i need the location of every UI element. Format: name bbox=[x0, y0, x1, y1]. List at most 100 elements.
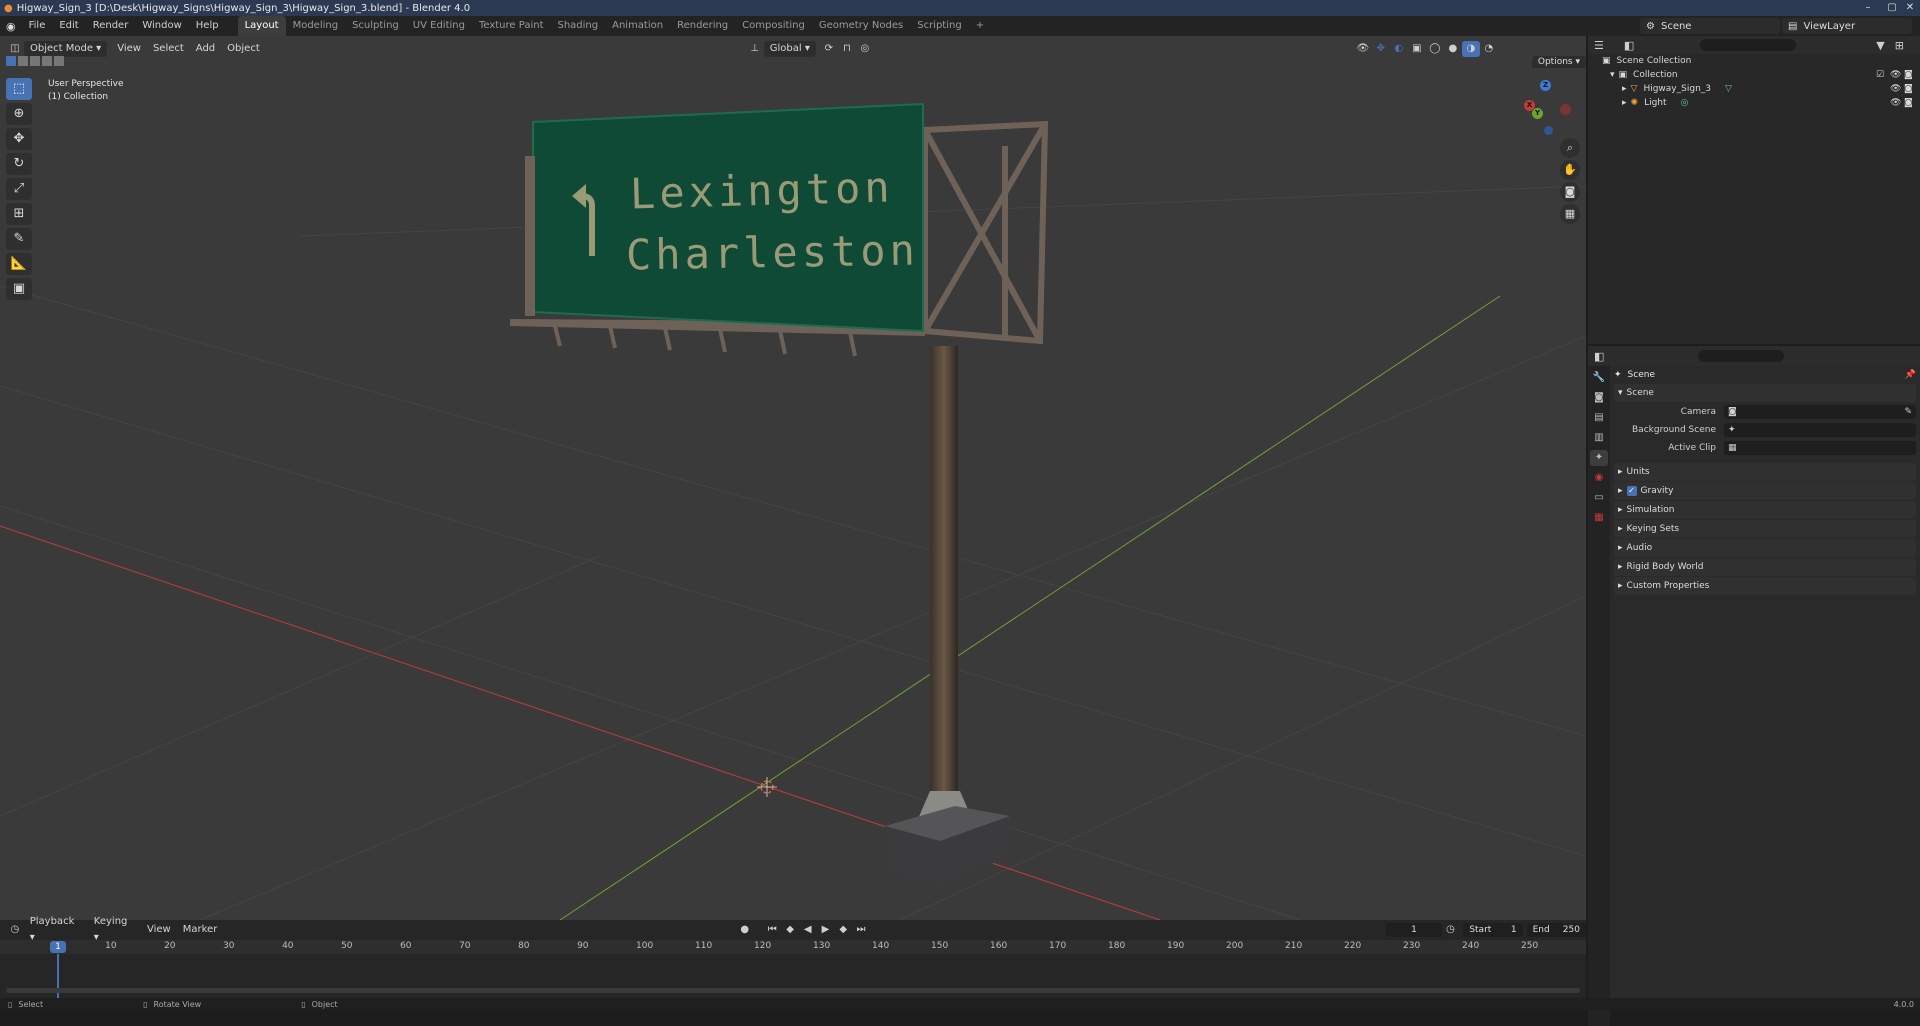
material-shading-icon[interactable]: ◑ bbox=[1461, 41, 1480, 57]
visibility-eye-icon[interactable]: 👁 bbox=[1890, 70, 1901, 80]
select-subtract-icon[interactable] bbox=[30, 56, 40, 66]
select-box-tool-icon[interactable]: ⬚ bbox=[6, 78, 32, 100]
annotate-tool-icon[interactable]: ✎ bbox=[6, 228, 32, 250]
wireframe-shading-icon[interactable]: ◯ bbox=[1426, 41, 1444, 57]
prev-keyframe-icon[interactable]: ◆ bbox=[781, 922, 799, 938]
xray-icon[interactable]: ▣ bbox=[1408, 41, 1426, 57]
transform-tool-icon[interactable]: ⊞ bbox=[6, 203, 32, 225]
outliner-editor-icon[interactable]: ☰ bbox=[1594, 39, 1604, 52]
camera-view-icon[interactable]: ◙ bbox=[1560, 182, 1580, 202]
editor-type-icon[interactable]: ◫ bbox=[6, 41, 24, 57]
add-workspace-button[interactable]: + bbox=[969, 16, 991, 36]
record-icon[interactable]: ● bbox=[736, 922, 754, 938]
panel-custom-properties[interactable]: ▸ Custom Properties bbox=[1614, 577, 1916, 595]
properties-editor-icon[interactable]: ◧ bbox=[1594, 350, 1604, 363]
gizmo-neg-z-icon[interactable] bbox=[1544, 126, 1553, 135]
measure-tool-icon[interactable]: 📐 bbox=[6, 253, 32, 275]
visibility-eye-icon[interactable]: 👁 bbox=[1890, 98, 1901, 108]
expand-arrow-icon[interactable]: ▸ bbox=[1622, 84, 1627, 94]
panel-rigid-body-world[interactable]: ▸ Rigid Body World bbox=[1614, 558, 1916, 576]
select-extend-icon[interactable] bbox=[18, 56, 28, 66]
3d-cursor-icon[interactable] bbox=[757, 777, 777, 797]
properties-search-field[interactable] bbox=[1698, 350, 1785, 362]
gizmo-neg-x-icon[interactable] bbox=[1560, 104, 1571, 115]
panel-simulation[interactable]: ▸ Simulation bbox=[1614, 501, 1916, 519]
panel-audio[interactable]: ▸ Audio bbox=[1614, 539, 1916, 557]
timeline-ruler[interactable]: 1102030405060708090100110120130140150160… bbox=[0, 940, 1586, 954]
render-camera-icon[interactable]: ◙ bbox=[1904, 70, 1913, 80]
collection-tab-icon[interactable]: ▭ bbox=[1590, 490, 1608, 506]
render-tab-icon[interactable]: ◙ bbox=[1590, 390, 1608, 406]
object-mode-dropdown[interactable]: Object Mode ▾ bbox=[24, 41, 108, 57]
view-layer-selector[interactable]: ▤ ViewLayer bbox=[1782, 18, 1912, 34]
overlay-toggle-icon[interactable]: ◐ bbox=[1390, 41, 1408, 57]
menu-render[interactable]: Render bbox=[86, 16, 136, 36]
marker-menu[interactable]: Marker bbox=[177, 922, 224, 938]
outliner-row-light[interactable]: ▸ ✺ Light ◎ 👁 ◙ bbox=[1588, 96, 1920, 110]
panel-units[interactable]: ▸ Units bbox=[1614, 463, 1916, 481]
current-frame-field[interactable]: 1 bbox=[1386, 923, 1442, 937]
blender-menu-icon[interactable]: ◉ bbox=[0, 20, 22, 33]
start-frame-field[interactable]: Start 1 bbox=[1463, 923, 1523, 937]
play-reverse-icon[interactable]: ◀ bbox=[799, 922, 817, 938]
pivot-icon[interactable]: ⟳ bbox=[820, 41, 838, 57]
options-button[interactable]: Options ▾ bbox=[1531, 56, 1586, 68]
pin-icon[interactable]: 📌 bbox=[1905, 370, 1916, 380]
display-mode-icon[interactable]: ◧ bbox=[1624, 39, 1634, 52]
expand-arrow-icon[interactable]: ▾ bbox=[1610, 70, 1615, 80]
rendered-shading-icon[interactable]: ◔ bbox=[1480, 41, 1498, 57]
active-clip-field[interactable]: ▦ bbox=[1724, 441, 1916, 455]
tab-modeling[interactable]: Modeling bbox=[286, 16, 346, 36]
3d-viewport[interactable]: Lexington Charleston bbox=[0, 36, 1586, 920]
play-icon[interactable]: ▶ bbox=[817, 922, 835, 938]
panel-keying-sets[interactable]: ▸ Keying Sets bbox=[1614, 520, 1916, 538]
render-camera-icon[interactable]: ◙ bbox=[1904, 84, 1913, 94]
outliner-row-scene-collection[interactable]: ▣ Scene Collection bbox=[1588, 54, 1920, 68]
gizmo-y-axis-icon[interactable]: Y bbox=[1532, 108, 1543, 119]
tab-rendering[interactable]: Rendering bbox=[670, 16, 735, 36]
tab-animation[interactable]: Animation bbox=[605, 16, 670, 36]
jump-start-icon[interactable]: ⏮ bbox=[763, 922, 781, 938]
rotate-tool-icon[interactable]: ↻ bbox=[6, 153, 32, 175]
output-tab-icon[interactable]: ▤ bbox=[1590, 410, 1608, 426]
pan-hand-icon[interactable]: ✋ bbox=[1560, 160, 1580, 180]
snap-icon[interactable]: ⊓ bbox=[838, 41, 856, 57]
menu-view[interactable]: View bbox=[111, 41, 147, 57]
menu-file[interactable]: File bbox=[22, 16, 53, 36]
view-layer-tab-icon[interactable]: ▥ bbox=[1590, 430, 1608, 446]
solid-shading-icon[interactable]: ● bbox=[1444, 41, 1462, 57]
tool-tab-icon[interactable]: 🔧 bbox=[1590, 370, 1608, 386]
timeline-scrollbar[interactable] bbox=[6, 988, 1580, 993]
perspective-toggle-icon[interactable]: ▦ bbox=[1560, 204, 1580, 224]
move-tool-icon[interactable]: ✥ bbox=[6, 128, 32, 150]
select-new-icon[interactable] bbox=[6, 56, 16, 66]
cursor-tool-icon[interactable]: ⊕ bbox=[6, 103, 32, 125]
timeline-editor-icon[interactable]: ◷ bbox=[6, 922, 24, 938]
tab-uv-editing[interactable]: UV Editing bbox=[406, 16, 472, 36]
close-button[interactable]: ✕ bbox=[1896, 0, 1920, 16]
camera-field[interactable]: ◙ ✎ bbox=[1724, 405, 1916, 419]
tab-sculpting[interactable]: Sculpting bbox=[345, 16, 406, 36]
tab-geometry-nodes[interactable]: Geometry Nodes bbox=[812, 16, 910, 36]
menu-help[interactable]: Help bbox=[189, 16, 226, 36]
menu-object[interactable]: Object bbox=[221, 41, 266, 57]
tab-texture-paint[interactable]: Texture Paint bbox=[472, 16, 551, 36]
zoom-icon[interactable]: ⌕ bbox=[1560, 138, 1580, 158]
select-intersect-icon[interactable] bbox=[54, 56, 64, 66]
expand-arrow-icon[interactable]: ▸ bbox=[1622, 98, 1627, 108]
jump-end-icon[interactable]: ⏭ bbox=[852, 922, 870, 938]
new-collection-icon[interactable]: ⊞ bbox=[1895, 39, 1904, 52]
playhead[interactable]: 1 bbox=[50, 941, 66, 953]
gravity-checkbox[interactable]: ✓ bbox=[1626, 486, 1637, 496]
select-invert-icon[interactable] bbox=[42, 56, 52, 66]
outliner-search-field[interactable] bbox=[1700, 39, 1797, 51]
render-camera-icon[interactable]: ◙ bbox=[1904, 98, 1913, 108]
tab-scripting[interactable]: Scripting bbox=[910, 16, 968, 36]
gizmo-z-axis-icon[interactable]: Z bbox=[1540, 80, 1551, 91]
texture-tab-icon[interactable]: ▦ bbox=[1590, 510, 1608, 526]
end-frame-field[interactable]: End 250 bbox=[1526, 923, 1586, 937]
background-scene-field[interactable]: ✦ bbox=[1724, 423, 1916, 437]
eyedropper-icon[interactable]: ✎ bbox=[1904, 407, 1912, 417]
tab-shading[interactable]: Shading bbox=[550, 16, 605, 36]
menu-select[interactable]: Select bbox=[147, 41, 190, 57]
